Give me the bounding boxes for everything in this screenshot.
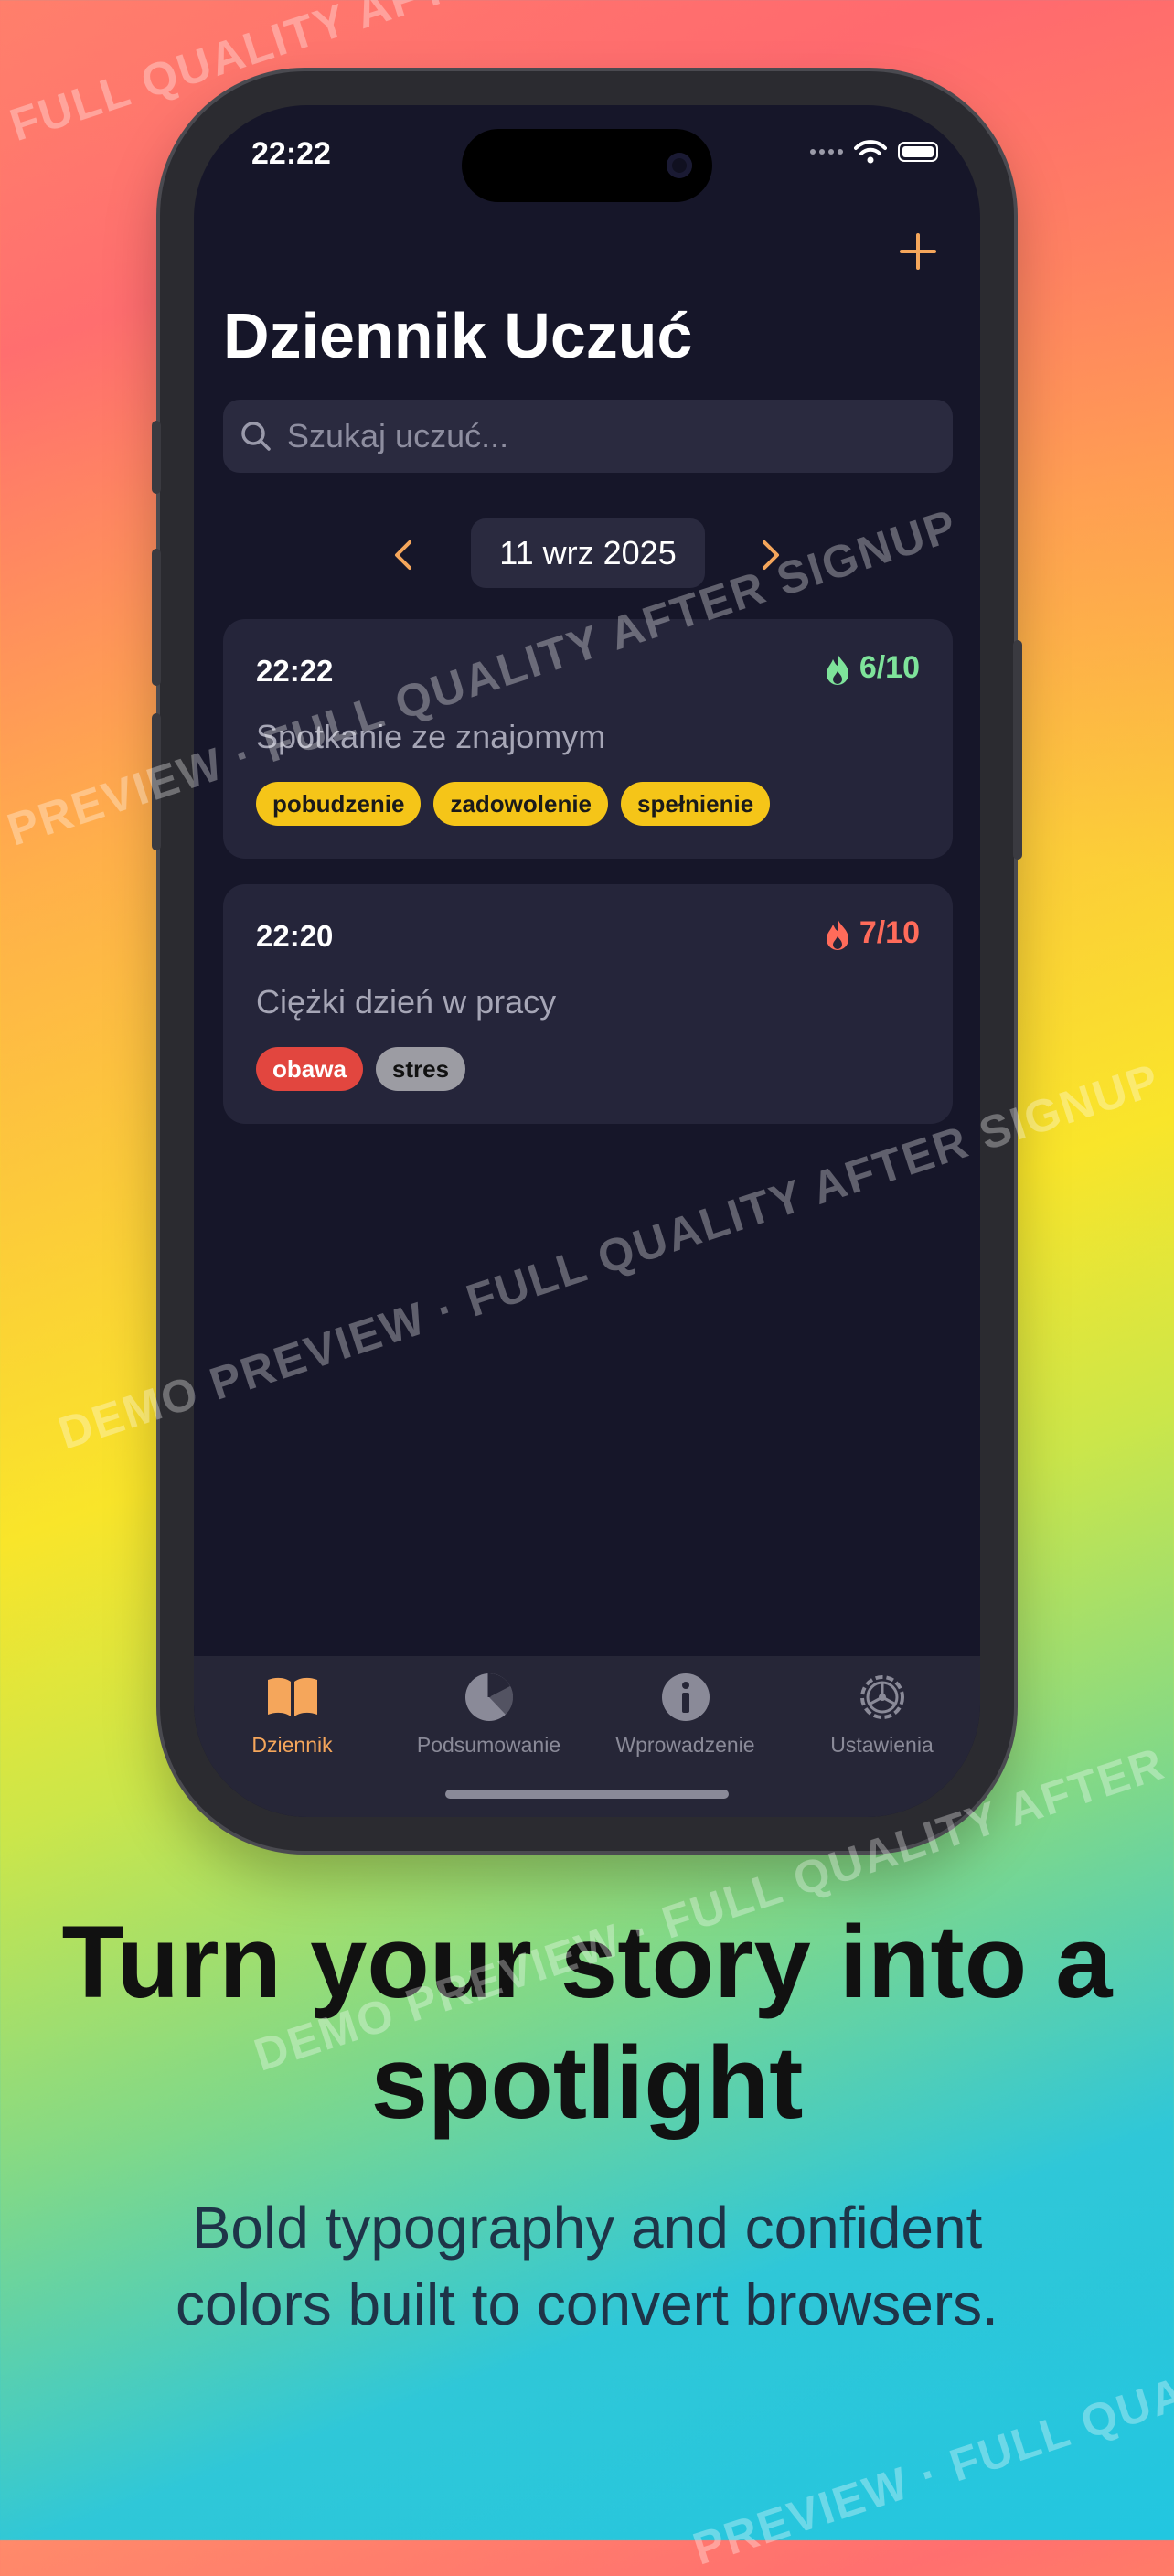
gear-icon (859, 1675, 904, 1719)
tab-bar: Dziennik Podsumowanie Wprowadzenie Ustaw… (194, 1656, 980, 1817)
flame-icon (826, 652, 848, 685)
previous-day-button[interactable] (386, 535, 422, 575)
intensity-value: 6/10 (859, 650, 920, 685)
search-input[interactable] (285, 416, 929, 456)
emotion-tag: obawa (256, 1047, 363, 1091)
date-picker-button[interactable]: 11 wrz 2025 (471, 518, 705, 588)
emotion-tag: zadowolenie (433, 782, 609, 826)
subline-line: colors built to convert browsers. (176, 2271, 998, 2337)
entry-time: 22:22 (256, 654, 334, 688)
status-time: 22:22 (251, 136, 331, 171)
tab-label: Dziennik (251, 1733, 333, 1757)
intensity-indicator: 6/10 (823, 650, 920, 686)
emotion-tag: spełnienie (621, 782, 771, 826)
pie-chart-icon (464, 1673, 513, 1721)
search-icon (241, 422, 271, 451)
marketing-subline: Bold typography and confident colors bui… (55, 2189, 1119, 2343)
emotion-tag: stres (375, 1047, 466, 1091)
home-indicator (445, 1790, 729, 1799)
intensity-value: 7/10 (859, 915, 920, 950)
signal-icon (810, 149, 843, 155)
tab-wprowadzenie[interactable]: Wprowadzenie (587, 1669, 784, 1758)
tab-ustawienia[interactable]: Ustawienia (784, 1669, 980, 1758)
book-icon (267, 1677, 317, 1716)
tab-dziennik[interactable]: Dziennik (194, 1669, 390, 1758)
status-indicators (810, 140, 938, 164)
phone-power-button (1013, 640, 1022, 860)
headline-line: spotlight (370, 2026, 804, 2140)
emotion-tags: pobudzenie zadowolenie spełnienie (256, 782, 771, 826)
entry-description: Ciężki dzień w pracy (256, 983, 557, 1021)
emotion-tag: pobudzenie (256, 782, 422, 826)
search-bar[interactable] (223, 400, 953, 473)
add-entry-button[interactable] (891, 224, 945, 279)
tab-label: Ustawienia (830, 1733, 934, 1757)
phone-volume-up (152, 549, 161, 686)
emotion-tags: obawa stres (256, 1047, 466, 1091)
chevron-left-icon (395, 540, 411, 570)
intensity-indicator: 7/10 (823, 915, 920, 951)
phone-action-button (152, 421, 161, 494)
wifi-icon (854, 140, 887, 164)
dynamic-island (462, 129, 712, 202)
info-icon (661, 1673, 710, 1721)
flame-icon (826, 917, 848, 950)
plus-icon (900, 233, 936, 270)
subline-line: Bold typography and confident (191, 2195, 983, 2261)
app-screen: 22:22 Dziennik Uczuć 11 (194, 105, 980, 1817)
entry-card[interactable]: 22:20 7/10 Ciężki dzień w pracy obawa st… (223, 884, 953, 1124)
entry-time: 22:20 (256, 919, 334, 953)
page-title: Dziennik Uczuć (223, 300, 693, 371)
battery-icon (898, 142, 938, 162)
tab-podsumowanie[interactable]: Podsumowanie (390, 1669, 587, 1758)
tab-label: Wprowadzenie (615, 1733, 755, 1757)
tab-label: Podsumowanie (416, 1733, 561, 1757)
camera-icon (667, 153, 692, 178)
